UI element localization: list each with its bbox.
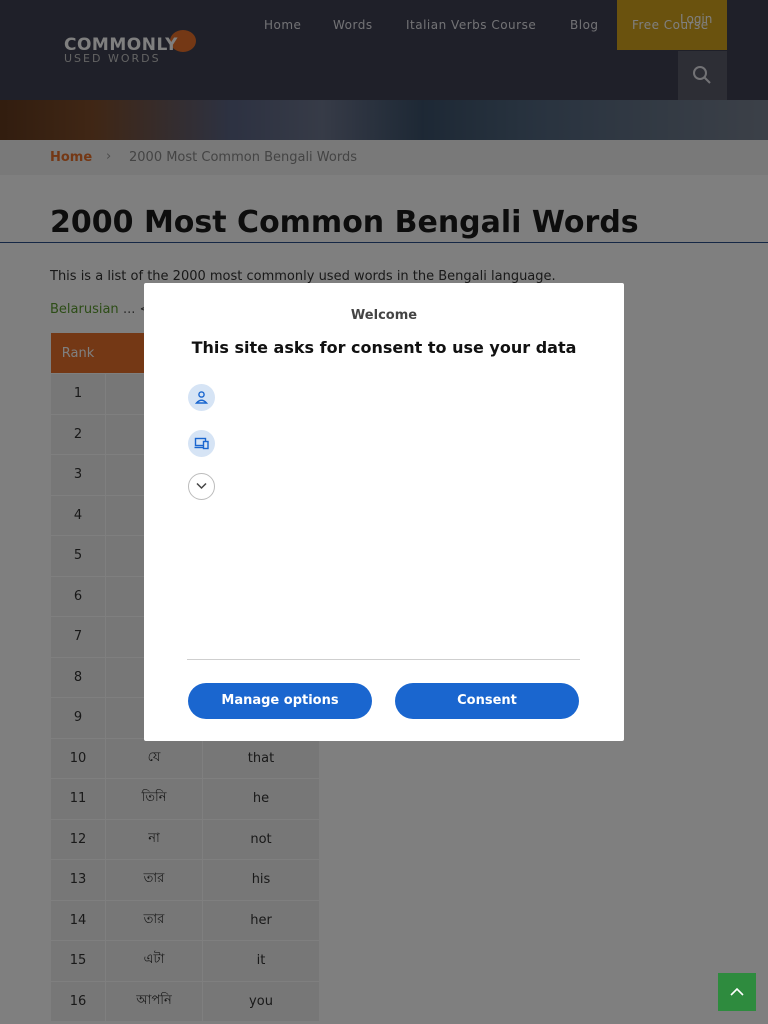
devices-icon — [188, 430, 215, 457]
back-to-top-button[interactable] — [718, 973, 756, 1011]
consent-button[interactable]: Consent — [395, 683, 579, 719]
person-icon — [188, 384, 215, 411]
chevron-up-icon — [730, 987, 744, 996]
manage-options-button[interactable]: Manage options — [188, 683, 372, 719]
consent-dialog: Welcome This site asks for consent to us… — [144, 283, 624, 741]
consent-welcome: Welcome — [350, 308, 418, 323]
consent-divider — [187, 659, 580, 660]
consent-heading: This site asks for consent to use your d… — [191, 338, 577, 357]
chevron-down-icon[interactable] — [188, 473, 215, 500]
